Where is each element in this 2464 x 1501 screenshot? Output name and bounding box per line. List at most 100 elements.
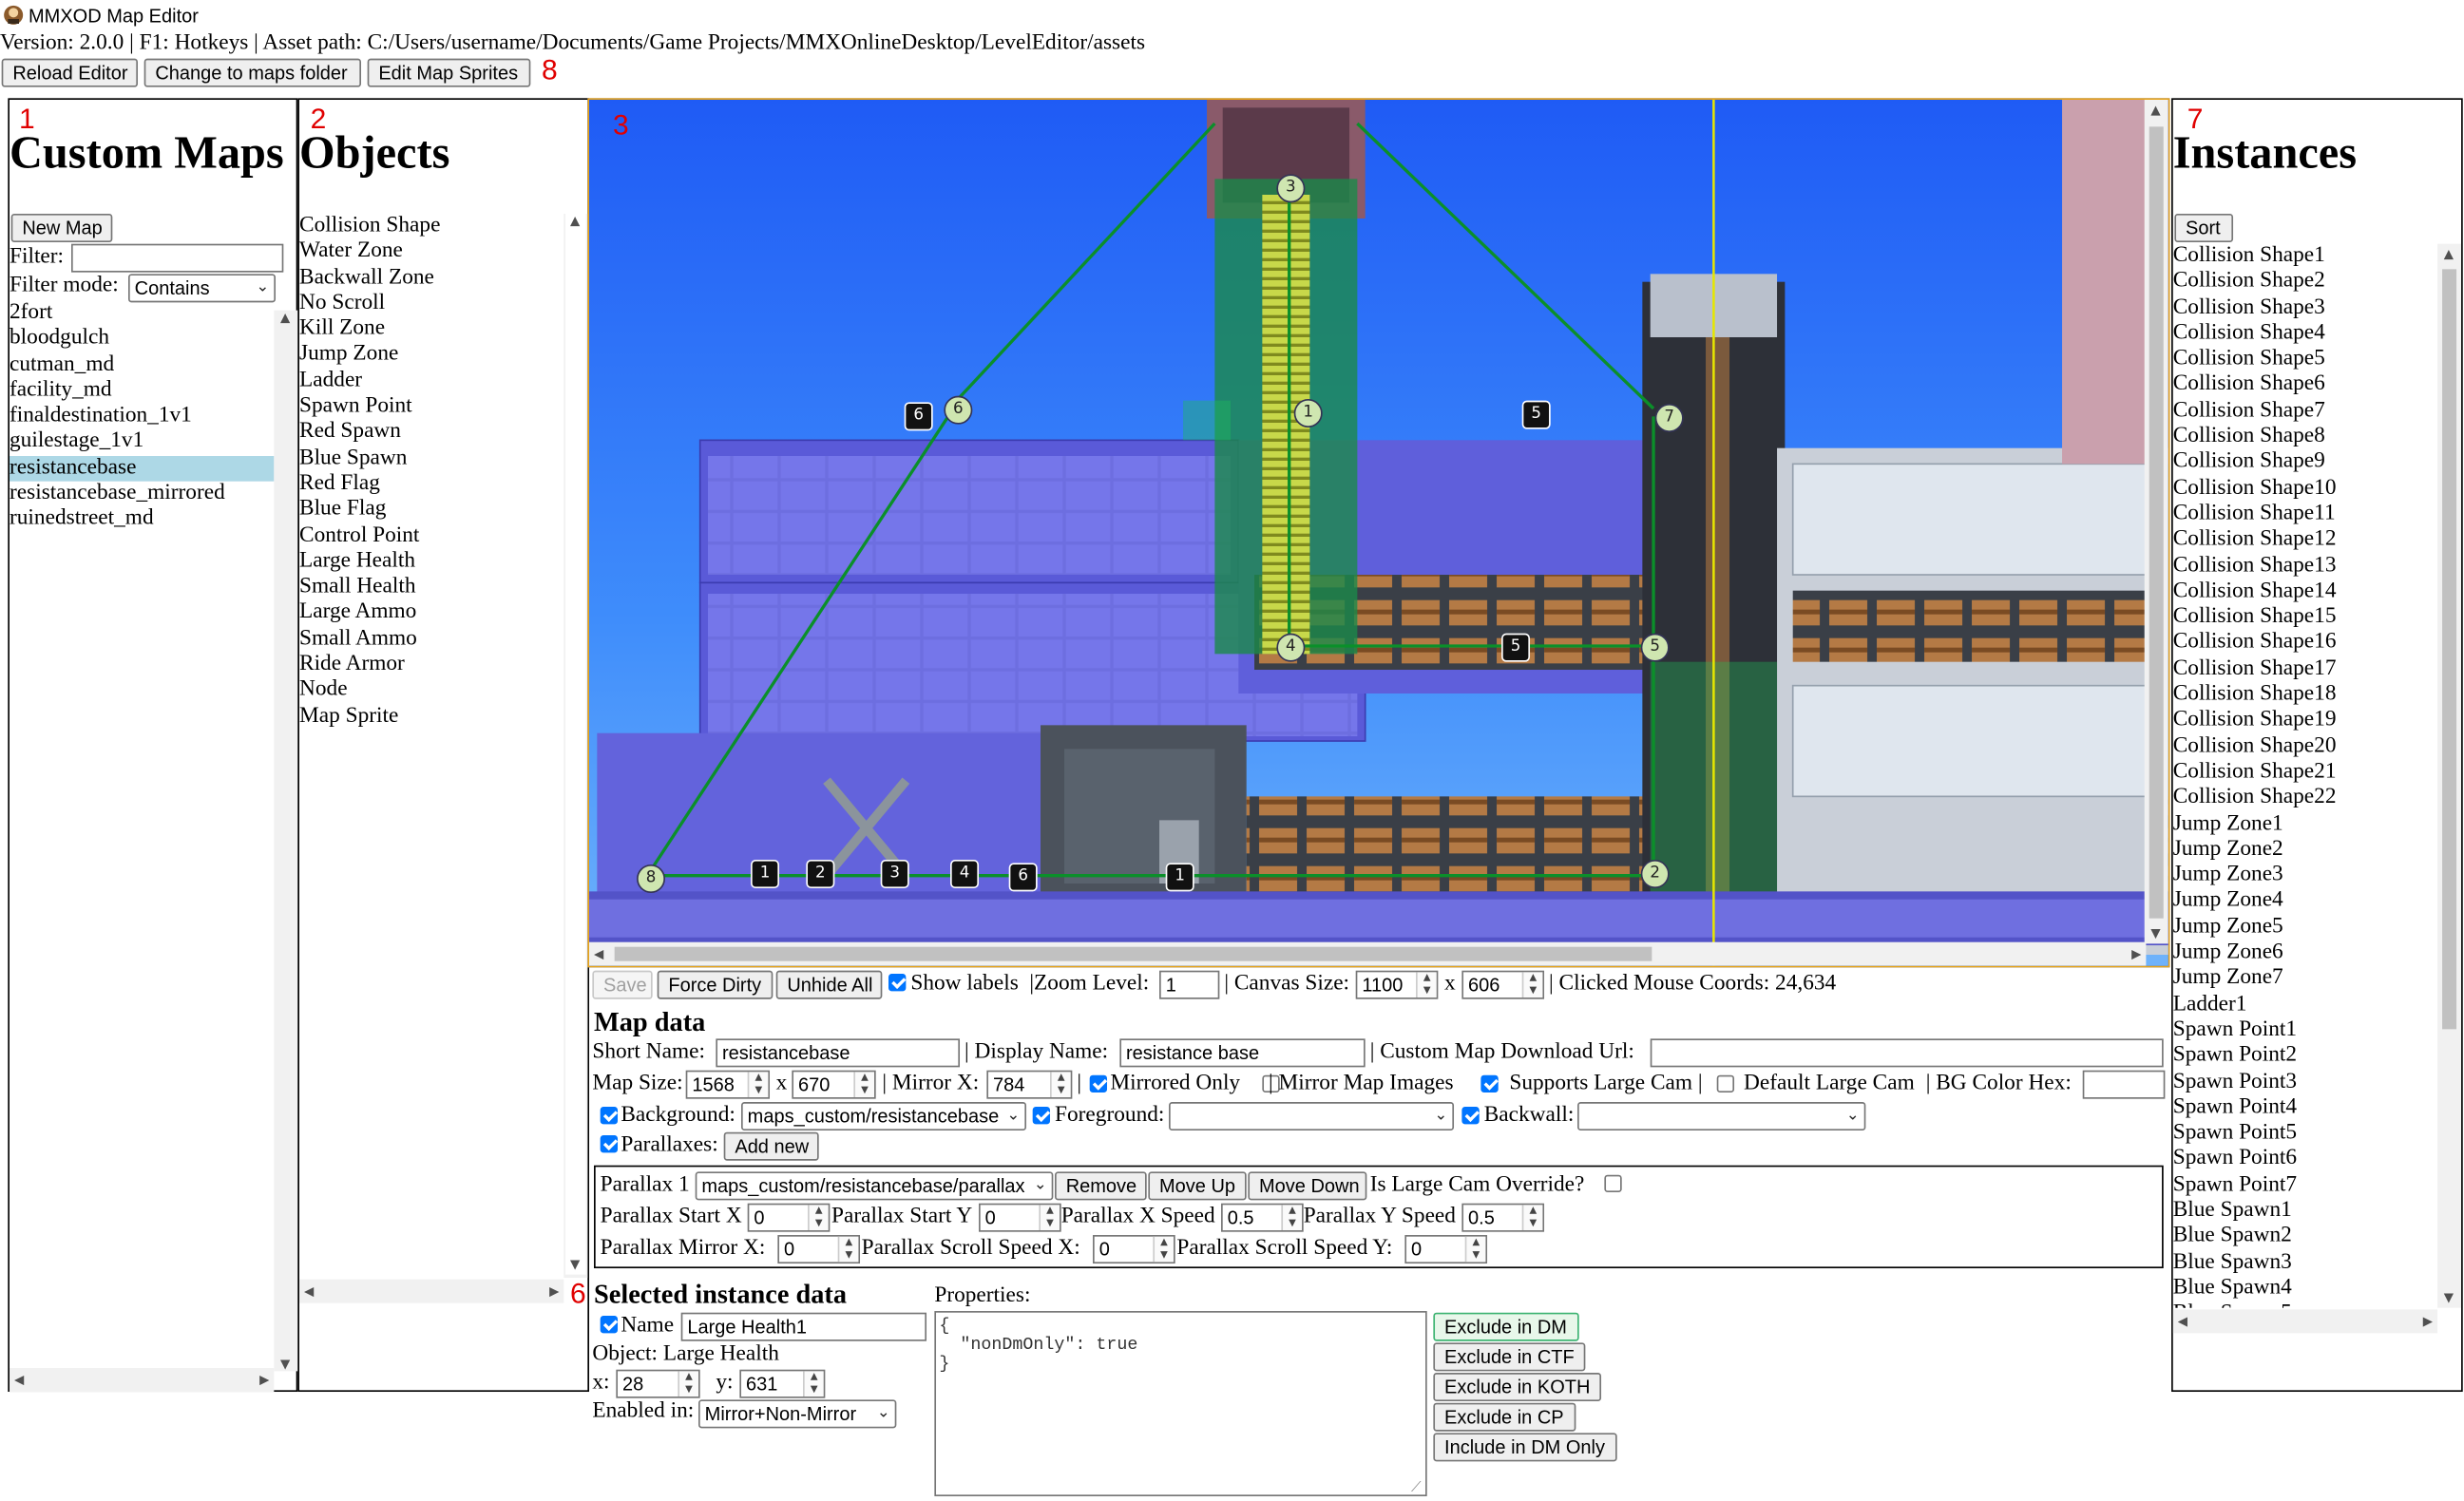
exclude-in-dm-button[interactable]: Exclude in DM xyxy=(1433,1312,1579,1341)
display-name-input[interactable]: resistance base xyxy=(1119,1038,1366,1068)
parallax-x-speed-input[interactable]: 0.5 ▲ ▼ xyxy=(1221,1203,1304,1232)
object-list-item[interactable]: Map Sprite xyxy=(299,704,565,730)
scroll-right-icon[interactable]: ▶ xyxy=(2423,1314,2433,1328)
foreground-select[interactable]: ⌄ xyxy=(1169,1102,1455,1131)
exclude-in-ctf-button[interactable]: Exclude in CTF xyxy=(1433,1342,1586,1372)
instance-list-item[interactable]: Collision Shape20 xyxy=(2173,734,2437,760)
parallax-move-down-button[interactable]: Move Down xyxy=(1248,1171,1367,1201)
mirrored-only-checkbox[interactable] xyxy=(1089,1074,1108,1093)
object-list-item[interactable]: Kill Zone xyxy=(299,317,565,343)
map-list-item[interactable]: guilestage_1v1 xyxy=(10,429,274,455)
reload-editor-button[interactable]: Reload Editor xyxy=(1,58,139,87)
spinner-icon[interactable]: ▲ ▼ xyxy=(1416,972,1437,998)
objects-hscrollbar[interactable]: ◀ ▶ xyxy=(299,1279,564,1303)
path-node-marker[interactable]: 6 xyxy=(944,395,973,425)
object-list-item[interactable]: Ride Armor xyxy=(299,653,565,678)
instance-list-item[interactable]: Blue Spawn5 xyxy=(2173,1302,2437,1307)
scroll-left-icon[interactable]: ◀ xyxy=(304,1284,314,1299)
object-list-item[interactable]: Large Health xyxy=(299,549,565,575)
instance-list-item[interactable]: Jump Zone5 xyxy=(2173,915,2437,940)
instance-list-item[interactable]: Jump Zone7 xyxy=(2173,966,2437,992)
backwall-select[interactable]: ⌄ xyxy=(1577,1102,1866,1131)
instance-list-item[interactable]: Collision Shape8 xyxy=(2173,425,2437,450)
instance-list-item[interactable]: Blue Spawn3 xyxy=(2173,1250,2437,1276)
spinner-icon[interactable]: ▲ ▼ xyxy=(1050,1072,1071,1098)
spinner-icon[interactable]: ▲ ▼ xyxy=(1153,1236,1175,1263)
instance-list-item[interactable]: Blue Spawn4 xyxy=(2173,1276,2437,1302)
new-map-button[interactable]: New Map xyxy=(10,214,113,243)
instance-list-item[interactable]: Jump Zone4 xyxy=(2173,889,2437,915)
scroll-left-icon[interactable]: ◀ xyxy=(594,947,603,961)
instance-list-item[interactable]: Spawn Point6 xyxy=(2173,1147,2437,1172)
instance-list-item[interactable]: Spawn Point4 xyxy=(2173,1095,2437,1121)
path-node-marker[interactable]: 7 xyxy=(1654,404,1684,433)
object-list-item[interactable]: Small Health xyxy=(299,575,565,600)
path-node-marker[interactable]: 5 xyxy=(1640,633,1670,662)
spinner-icon[interactable]: ▲ ▼ xyxy=(803,1371,824,1397)
spinner-icon[interactable]: ▲ ▼ xyxy=(1464,1236,1486,1263)
maps-scrollbar[interactable]: ▲ ▼ xyxy=(274,310,298,1371)
object-list-item[interactable]: Water Zone xyxy=(299,239,565,265)
parallax-start-x-input[interactable]: 0 ▲ ▼ xyxy=(747,1203,831,1232)
scroll-up-icon[interactable]: ▲ xyxy=(2444,247,2454,261)
maps-hscrollbar[interactable]: ◀ ▶ xyxy=(10,1368,275,1393)
download-url-input[interactable] xyxy=(1650,1038,2164,1068)
background-select[interactable]: maps_custom/resistancebase ⌄ xyxy=(741,1102,1027,1131)
spinner-icon[interactable]: ▲ ▼ xyxy=(678,1371,699,1397)
scroll-up-icon[interactable]: ▲ xyxy=(2150,103,2160,117)
instances-scrollbar[interactable]: ▲ ▼ xyxy=(2437,243,2462,1308)
parallax-scroll-x-input[interactable]: 0 ▲ ▼ xyxy=(1093,1235,1175,1264)
instance-name-checkbox[interactable] xyxy=(600,1316,619,1334)
parallax-remove-button[interactable]: Remove xyxy=(1055,1171,1147,1201)
parallax-move-up-button[interactable]: Move Up xyxy=(1148,1171,1247,1201)
object-list-item[interactable]: Jump Zone xyxy=(299,343,565,369)
scroll-down-icon[interactable]: ▼ xyxy=(570,1257,580,1271)
map-list-item[interactable]: 2fort xyxy=(10,301,274,327)
instance-list-item[interactable]: Collision Shape12 xyxy=(2173,527,2437,553)
object-list-item[interactable]: Ladder xyxy=(299,369,565,394)
large-cam-override-checkbox[interactable] xyxy=(1604,1174,1622,1193)
spawn-point-marker[interactable]: 1 xyxy=(751,860,780,889)
canvas-hscroll-thumb[interactable] xyxy=(614,946,1652,961)
path-node-marker[interactable]: 1 xyxy=(1293,399,1323,428)
canvas-vscroll-thumb[interactable] xyxy=(2149,126,2164,919)
canvas-vscrollbar[interactable]: ▲ ▼ xyxy=(2144,100,2168,944)
instance-list-item[interactable]: Collision Shape10 xyxy=(2173,476,2437,502)
parallaxes-checkbox[interactable] xyxy=(600,1135,619,1153)
instance-list-item[interactable]: Collision Shape14 xyxy=(2173,580,2437,605)
instance-list-item[interactable]: Collision Shape15 xyxy=(2173,605,2437,631)
object-list-item[interactable]: Blue Spawn xyxy=(299,446,565,471)
spawn-point-marker[interactable]: 2 xyxy=(806,860,835,889)
scroll-right-icon[interactable]: ▶ xyxy=(2131,947,2141,961)
spawn-point-marker[interactable]: 5 xyxy=(1501,633,1531,662)
map-list-item[interactable]: facility_md xyxy=(10,378,274,404)
object-list-item[interactable]: Small Ammo xyxy=(299,627,565,653)
change-maps-folder-button[interactable]: Change to maps folder xyxy=(143,58,362,87)
parallax-scroll-y-input[interactable]: 0 ▲ ▼ xyxy=(1404,1235,1488,1264)
map-height-input[interactable]: 670 ▲ ▼ xyxy=(792,1070,876,1099)
background-checkbox[interactable] xyxy=(600,1107,619,1125)
object-list-item[interactable]: Node xyxy=(299,678,565,704)
instance-list-item[interactable]: Collision Shape22 xyxy=(2173,786,2437,811)
properties-textarea[interactable]: { "nonDmOnly": true } xyxy=(934,1311,1427,1497)
parallax-path-select[interactable]: maps_custom/resistancebase/parallax ⌄ xyxy=(695,1171,1054,1201)
save-button[interactable]: Save xyxy=(592,970,653,999)
instance-list-item[interactable]: Blue Spawn1 xyxy=(2173,1199,2437,1225)
include-in-dm-only-button[interactable]: Include in DM Only xyxy=(1433,1433,1617,1462)
instance-x-input[interactable]: 28 ▲ ▼ xyxy=(616,1369,700,1398)
spinner-icon[interactable]: ▲ ▼ xyxy=(1039,1205,1060,1231)
spinner-icon[interactable]: ▲ ▼ xyxy=(747,1072,769,1098)
instance-list-item[interactable]: Collision Shape13 xyxy=(2173,554,2437,580)
map-list-item[interactable]: ruinedstreet_md xyxy=(10,507,274,533)
instance-list-item[interactable]: Collision Shape7 xyxy=(2173,399,2437,425)
path-node-marker[interactable]: 2 xyxy=(1640,860,1670,889)
scroll-right-icon[interactable]: ▶ xyxy=(259,1373,269,1387)
backwall-checkbox[interactable] xyxy=(1461,1107,1480,1125)
show-labels-checkbox[interactable] xyxy=(888,974,907,992)
enabled-in-select[interactable]: Mirror+Non-Mirror ⌄ xyxy=(698,1399,897,1429)
spinner-icon[interactable]: ▲ ▼ xyxy=(808,1205,829,1231)
filter-mode-select[interactable]: Contains ⌄ xyxy=(128,274,277,303)
foreground-checkbox[interactable] xyxy=(1032,1107,1051,1125)
instance-list-item[interactable]: Jump Zone6 xyxy=(2173,940,2437,966)
object-list-item[interactable]: Red Spawn xyxy=(299,420,565,446)
